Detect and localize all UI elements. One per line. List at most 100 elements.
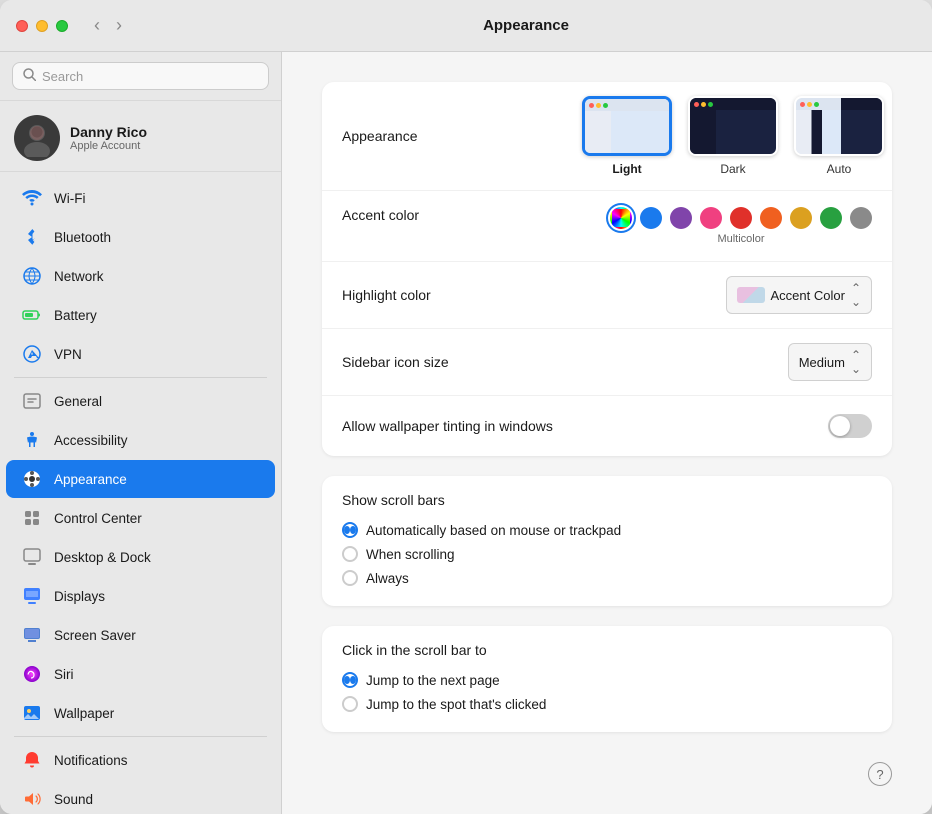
appearance-label: Appearance [342,128,582,144]
vpn-icon [20,342,44,366]
appearance-option-dark[interactable]: Dark [688,96,778,176]
appearance-section: Appearance [322,82,892,456]
sidebar-item-sound[interactable]: Sound [6,780,275,814]
click-spot-radio[interactable] [342,696,358,712]
radio-fill [344,526,350,534]
sidebar-item-bluetooth[interactable]: Bluetooth [6,218,275,256]
close-button[interactable] [16,20,28,32]
appearance-control: Light [582,96,884,176]
scroll-bar-scrolling-radio[interactable] [342,546,358,562]
search-icon [23,68,36,84]
highlight-dropdown-arrow: ⌃⌄ [851,281,861,309]
maximize-button[interactable] [56,20,68,32]
click-spot-label: Jump to the spot that's clicked [366,697,546,712]
appearance-option-auto[interactable]: Auto [794,96,884,176]
sidebar-label-sound: Sound [54,792,93,807]
highlight-color-picker[interactable]: Accent Color ⌃⌄ [726,276,872,314]
appearance-row: Appearance [322,82,892,191]
search-input[interactable] [42,69,258,84]
sidebar-label-network: Network [54,269,104,284]
show-scroll-bars-title: Show scroll bars [342,492,872,508]
forward-button[interactable]: › [110,13,128,38]
sidebar-item-appearance[interactable]: Appearance [6,460,275,498]
sidebar-label-vpn: VPN [54,347,82,362]
sound-icon [20,787,44,811]
help-button[interactable]: ? [868,762,892,786]
sidebar-item-network[interactable]: Network [6,257,275,295]
appearance-option-light[interactable]: Light [582,96,672,176]
click-spot-item[interactable]: Jump to the spot that's clicked [342,692,872,716]
titlebar: ‹ › Appearance [0,0,932,52]
scroll-bar-scrolling-item[interactable]: When scrolling [342,542,872,566]
tl-dot-7 [800,102,805,107]
sidebar-label-notifications: Notifications [54,753,128,768]
accent-color-multicolor[interactable] [610,207,632,229]
user-profile-item[interactable]: Danny Rico Apple Account [0,101,281,172]
battery-icon [20,303,44,327]
sidebar: Danny Rico Apple Account Wi-Fi [0,52,282,814]
wallpaper-icon [20,701,44,725]
sidebar-item-wifi[interactable]: Wi-Fi [6,179,275,217]
scroll-bar-always-item[interactable]: Always [342,566,872,590]
accent-color-yellow[interactable] [790,207,812,229]
sidebar-item-battery[interactable]: Battery [6,296,275,334]
thumb-light-wrapper [585,99,672,156]
sidebar-label-displays: Displays [54,589,105,604]
appearance-thumb-dark[interactable] [688,96,778,156]
minimize-button[interactable] [36,20,48,32]
accent-color-label: Accent color [342,207,582,223]
scroll-bar-auto-radio[interactable] [342,522,358,538]
appearance-thumb-auto[interactable] [794,96,884,156]
sidebar-item-desktopanddock[interactable]: Desktop & Dock [6,538,275,576]
main-content: Appearance [282,52,932,814]
general-icon [20,389,44,413]
scroll-bar-always-radio[interactable] [342,570,358,586]
accent-color-gray[interactable] [850,207,872,229]
sidebar-item-general[interactable]: General [6,382,275,420]
sidebar-item-screensaver[interactable]: Screen Saver [6,616,275,654]
sidebar-label-desktopanddock: Desktop & Dock [54,550,151,565]
sidebar-item-vpn[interactable]: VPN [6,335,275,373]
accent-color-control: Multicolor [582,207,872,245]
sidebar-label-accessibility: Accessibility [54,433,128,448]
highlight-color-label: Highlight color [342,287,582,303]
sidebar-item-siri[interactable]: Siri [6,655,275,693]
content-area: Danny Rico Apple Account Wi-Fi [0,52,932,814]
accent-color-blue[interactable] [640,207,662,229]
size-dropdown-arrow: ⌃⌄ [851,348,861,376]
radio-fill-2 [344,676,350,684]
click-next-page-radio[interactable] [342,672,358,688]
tl-dot-2 [596,103,601,108]
sidebar-icon-size-picker[interactable]: Medium ⌃⌄ [788,343,872,381]
wallpaper-tinting-control [582,414,872,438]
system-preferences-window: ‹ › Appearance [0,0,932,814]
accent-color-red[interactable] [730,207,752,229]
back-button[interactable]: ‹ [88,13,106,38]
color-row [610,207,872,229]
highlight-color-row: Highlight color Accent Color ⌃⌄ [322,262,892,329]
sidebar-item-accessibility[interactable]: Accessibility [6,421,275,459]
scroll-bar-auto-item[interactable]: Automatically based on mouse or trackpad [342,518,872,542]
click-next-page-item[interactable]: Jump to the next page [342,668,872,692]
tl-dot-1 [589,103,594,108]
sidebar-label-bluetooth: Bluetooth [54,230,111,245]
window-title: Appearance [136,17,916,34]
sidebar-item-notifications[interactable]: Notifications [6,741,275,779]
appearance-option-auto-label: Auto [827,162,852,176]
appearance-options: Light [582,96,884,176]
thumb-bar-light [585,99,672,111]
appearance-option-light-label: Light [612,162,641,176]
wallpaper-tinting-toggle[interactable] [828,414,872,438]
sidebar-icon-size-label: Sidebar icon size [342,354,582,370]
sidebar-item-displays[interactable]: Displays [6,577,275,615]
accent-color-pink[interactable] [700,207,722,229]
scroll-bar-auto-label: Automatically based on mouse or trackpad [366,523,621,538]
accent-color-purple[interactable] [670,207,692,229]
sidebar-item-wallpaper[interactable]: Wallpaper [6,694,275,732]
sidebar-label-general: General [54,394,102,409]
accent-color-orange[interactable] [760,207,782,229]
accent-color-green[interactable] [820,207,842,229]
appearance-thumb-light[interactable] [582,96,672,156]
sidebar-item-controlcenter[interactable]: Control Center [6,499,275,537]
highlight-color-value: Accent Color [771,288,845,303]
